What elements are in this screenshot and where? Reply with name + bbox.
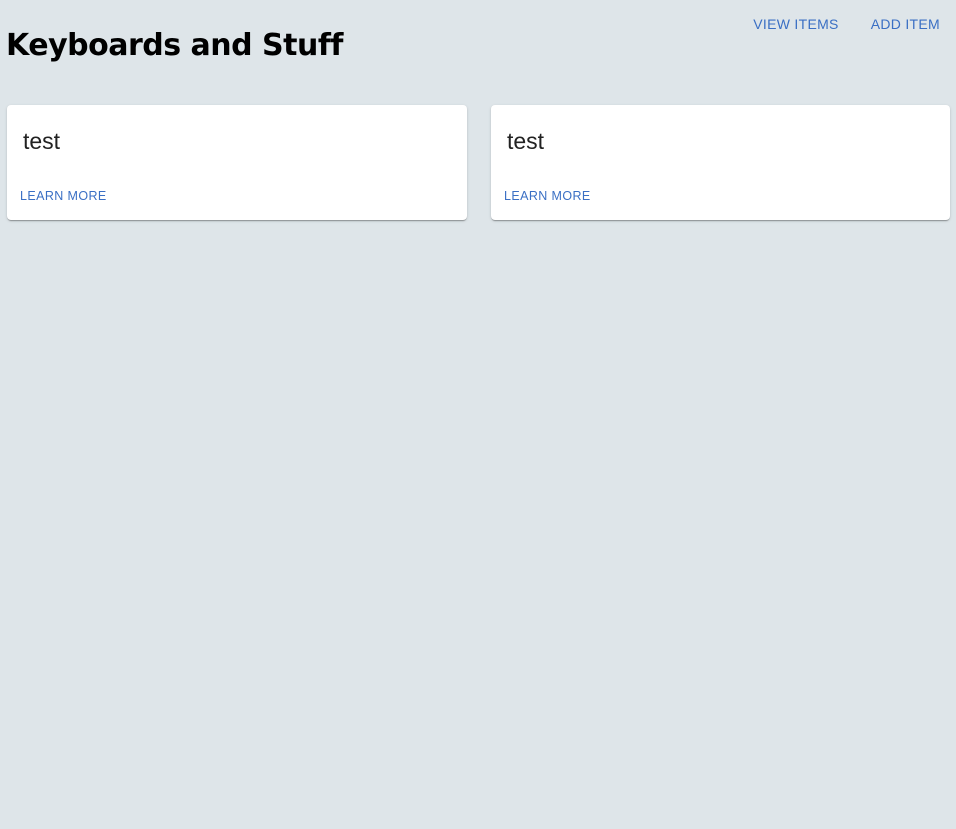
- learn-more-button[interactable]: LEARN MORE: [504, 188, 591, 204]
- card-title: test: [23, 128, 61, 154]
- card-title: test: [507, 128, 545, 154]
- page-title: Keyboards and Stuff: [6, 28, 343, 63]
- add-item-link[interactable]: ADD ITEM: [855, 12, 956, 36]
- view-items-link[interactable]: VIEW ITEMS: [737, 12, 854, 36]
- item-card: test LEARN MORE: [491, 105, 950, 220]
- learn-more-button[interactable]: LEARN MORE: [20, 188, 107, 204]
- item-card: test LEARN MORE: [7, 105, 467, 220]
- top-nav: VIEW ITEMS ADD ITEM: [737, 12, 956, 36]
- item-card-grid: test LEARN MORE test LEARN MORE: [7, 105, 950, 220]
